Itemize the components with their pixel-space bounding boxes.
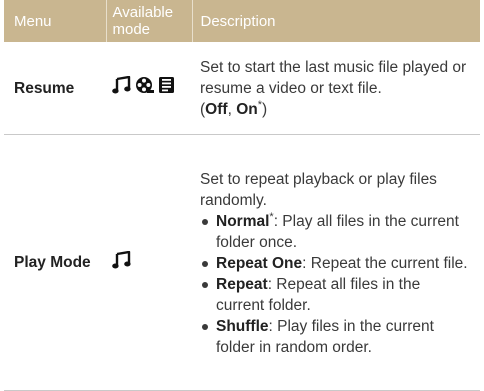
description-resume: Set to start the last music file played … — [192, 42, 480, 135]
header-description: Description — [192, 0, 480, 42]
option-term: Repeat One — [216, 254, 303, 272]
list-item: Shuffle: Play files in the current folde… — [200, 316, 472, 358]
option-on: On — [236, 100, 258, 118]
list-item: Repeat One: Repeat the current file. — [200, 253, 472, 274]
description-text: Set to repeat playback or play files ran… — [200, 170, 437, 209]
menu-name-play-mode: Play Mode — [4, 134, 106, 391]
music-icon — [112, 76, 131, 94]
music-icon — [112, 250, 131, 268]
description-play-mode: Set to repeat playback or play files ran… — [192, 134, 480, 391]
text-icon — [159, 77, 174, 93]
header-available-mode: Available mode — [105, 0, 193, 42]
menu-name-resume: Resume — [4, 42, 106, 135]
header-menu: Menu — [4, 0, 106, 42]
header-mode-line1: Available — [112, 4, 174, 21]
option-list: Normal*: Play all files in the current f… — [200, 211, 472, 358]
description-text: Set to start the last music file played … — [200, 58, 467, 97]
table-row: Resume Set to start the last music file … — [4, 42, 480, 135]
list-item: Normal*: Play all files in the current f… — [200, 211, 472, 253]
header-mode-line2: mode — [112, 21, 151, 38]
option-term: Normal — [216, 212, 270, 230]
mode-cell — [106, 42, 192, 135]
option-text: : Repeat the current file. — [302, 254, 468, 272]
options-close: ) — [262, 100, 268, 118]
table-header: Menu Available mode Description — [4, 0, 480, 42]
list-item: Repeat: Repeat all files in the current … — [200, 274, 472, 316]
option-off: Off — [205, 100, 228, 118]
video-icon — [136, 77, 154, 93]
mode-cell — [106, 134, 192, 391]
settings-table: Menu Available mode Description Resume S… — [4, 0, 480, 391]
table-row: Play Mode Set to repeat playback or play… — [4, 134, 480, 391]
option-term: Repeat — [216, 275, 268, 293]
option-term: Shuffle — [216, 317, 269, 335]
options-separator: , — [227, 100, 237, 118]
